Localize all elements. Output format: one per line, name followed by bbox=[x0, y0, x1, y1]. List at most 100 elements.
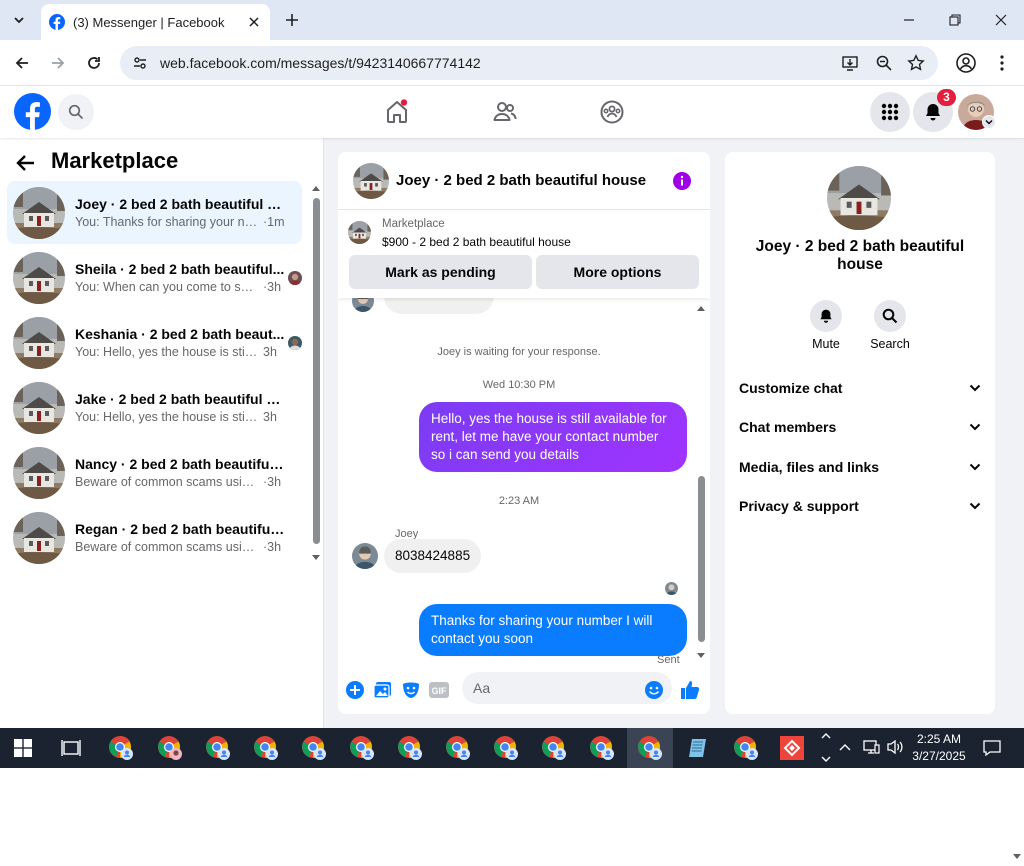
conversation-item[interactable]: Sheila · 2 bed 2 bath beautiful... You: … bbox=[7, 246, 302, 309]
listing-thumbnail[interactable] bbox=[348, 221, 371, 244]
chat-members-section[interactable]: Chat members bbox=[739, 412, 981, 442]
taskbar-anydesk-app[interactable] bbox=[769, 728, 815, 768]
minimize-button[interactable] bbox=[899, 10, 919, 30]
zoom-button[interactable] bbox=[874, 53, 894, 73]
timestamp: 2:23 AM bbox=[498, 495, 540, 507]
taskbar-chrome-window[interactable] bbox=[98, 728, 144, 768]
conversation-item[interactable]: Joey · 2 bed 2 bath beautiful ho... You:… bbox=[7, 181, 302, 244]
attach-photo-button[interactable] bbox=[372, 679, 394, 701]
sent-message-bubble[interactable]: Hello, yes the house is still available … bbox=[419, 402, 687, 472]
taskbar-chrome-window[interactable] bbox=[339, 728, 385, 768]
taskbar-notes-app[interactable] bbox=[675, 728, 721, 768]
tab-search-button[interactable] bbox=[6, 7, 32, 33]
taskbar-chrome-window[interactable] bbox=[579, 728, 625, 768]
privacy-support-section[interactable]: Privacy & support bbox=[739, 491, 981, 521]
sticker-button[interactable] bbox=[400, 679, 422, 701]
restore-button[interactable] bbox=[945, 10, 965, 30]
close-window-button[interactable] bbox=[991, 10, 1011, 30]
reload-button[interactable] bbox=[82, 51, 106, 75]
plus-circle-icon bbox=[346, 681, 364, 699]
facebook-logo[interactable] bbox=[14, 93, 51, 130]
forward-button[interactable] bbox=[46, 51, 70, 75]
mute-action[interactable]: Mute bbox=[796, 300, 856, 351]
taskbar-scroll-buttons[interactable] bbox=[816, 728, 836, 768]
taskbar-chrome-window[interactable] bbox=[531, 728, 577, 768]
task-view-button[interactable] bbox=[48, 728, 94, 768]
menu-button[interactable] bbox=[870, 92, 910, 132]
emoji-button[interactable] bbox=[643, 679, 665, 701]
conversation-list-scrollbar[interactable] bbox=[311, 182, 321, 564]
gif-button[interactable]: GIF bbox=[428, 679, 450, 701]
account-menu-caret[interactable] bbox=[982, 115, 996, 129]
contact-avatar[interactable] bbox=[352, 543, 378, 569]
task-view-icon bbox=[61, 740, 81, 756]
taskbar-chrome-window[interactable] bbox=[435, 728, 481, 768]
waiting-notice: Joey is waiting for your response. bbox=[437, 346, 601, 358]
message-input[interactable]: Aa bbox=[462, 672, 672, 704]
bookmark-button[interactable] bbox=[906, 53, 926, 73]
home-nav-button[interactable] bbox=[377, 92, 417, 132]
received-message-bubble[interactable]: 8038424885 bbox=[384, 539, 482, 573]
scrollbar-thumb[interactable] bbox=[698, 476, 705, 642]
browser-profile-button[interactable] bbox=[955, 52, 977, 74]
chrome-profile-icon bbox=[350, 736, 374, 760]
back-to-chats-button[interactable] bbox=[16, 152, 42, 174]
message-status: Sent bbox=[657, 654, 680, 666]
listing-price-title[interactable]: $900 - 2 bed 2 bath beautiful house bbox=[382, 235, 571, 249]
search-action[interactable]: Search bbox=[860, 300, 920, 351]
conversation-item[interactable]: Regan · 2 bed 2 bath beautiful h... Bewa… bbox=[7, 506, 302, 569]
reload-icon bbox=[88, 57, 100, 69]
friends-nav-button[interactable] bbox=[485, 92, 525, 132]
search-in-conversation-button[interactable] bbox=[874, 300, 906, 332]
volume-button[interactable] bbox=[886, 739, 904, 755]
house-thumbnail bbox=[13, 317, 65, 369]
action-center-button[interactable] bbox=[982, 738, 1002, 758]
conversation-item[interactable]: Keshania · 2 bed 2 bath beaut... You: He… bbox=[7, 311, 302, 374]
install-app-button[interactable] bbox=[840, 53, 860, 73]
network-icon bbox=[863, 740, 880, 754]
taskbar-chrome-window[interactable] bbox=[147, 728, 193, 768]
taskbar-chrome-window-active[interactable] bbox=[627, 728, 673, 768]
tab-close-button[interactable] bbox=[246, 14, 262, 30]
chat-scrollbar[interactable] bbox=[696, 298, 708, 666]
taskbar-chrome-window[interactable] bbox=[483, 728, 529, 768]
sent-message-bubble[interactable]: Thanks for sharing your number I will co… bbox=[419, 604, 687, 656]
read-receipt-avatar bbox=[288, 270, 302, 285]
conversation-avatar[interactable] bbox=[827, 166, 891, 230]
send-like-button[interactable] bbox=[679, 679, 701, 701]
previous-message-bubble[interactable] bbox=[384, 298, 494, 314]
taskbar-chrome-window[interactable] bbox=[723, 728, 769, 768]
show-hidden-icons-button[interactable] bbox=[838, 740, 852, 754]
page-scrollbar[interactable] bbox=[1009, 276, 1024, 866]
taskbar-chrome-window[interactable] bbox=[291, 728, 337, 768]
facebook-search-button[interactable] bbox=[58, 94, 94, 130]
chat-house-thumbnail[interactable] bbox=[353, 163, 389, 199]
browser-tab[interactable]: (3) Messenger | Facebook bbox=[41, 4, 270, 40]
address-bar[interactable]: web.facebook.com/messages/t/942314066777… bbox=[120, 46, 938, 80]
conversation-info-button[interactable] bbox=[673, 172, 691, 190]
taskbar-chrome-window[interactable] bbox=[243, 728, 289, 768]
chat-title[interactable]: Joey · 2 bed 2 bath beautiful house bbox=[396, 172, 646, 189]
house-thumbnail bbox=[13, 447, 65, 499]
media-files-links-section[interactable]: Media, files and links bbox=[739, 452, 981, 482]
new-tab-button[interactable] bbox=[282, 10, 302, 30]
groups-nav-button[interactable] bbox=[592, 92, 632, 132]
network-button[interactable] bbox=[862, 739, 880, 755]
back-button[interactable] bbox=[10, 51, 34, 75]
scroll-down-arrow-icon bbox=[312, 555, 320, 560]
mark-as-pending-button[interactable]: Mark as pending bbox=[349, 255, 532, 289]
system-clock[interactable]: 2:25 AM 3/27/2025 bbox=[908, 731, 970, 765]
more-actions-button[interactable] bbox=[344, 679, 366, 701]
conversation-item[interactable]: Jake · 2 bed 2 bath beautiful ho... You:… bbox=[7, 376, 302, 439]
browser-menu-button[interactable] bbox=[994, 52, 1010, 74]
conversation-item[interactable]: Nancy · 2 bed 2 bath beautiful h... Bewa… bbox=[7, 441, 302, 504]
browser-toolbar: web.facebook.com/messages/t/942314066777… bbox=[0, 40, 1024, 86]
taskbar-chrome-window[interactable] bbox=[387, 728, 433, 768]
scrollbar-thumb[interactable] bbox=[313, 198, 320, 544]
mute-button[interactable] bbox=[810, 300, 842, 332]
customize-chat-section[interactable]: Customize chat bbox=[739, 373, 981, 403]
start-button[interactable] bbox=[0, 728, 46, 768]
more-options-button[interactable]: More options bbox=[536, 255, 699, 289]
house-thumbnail bbox=[13, 382, 65, 434]
taskbar-chrome-window[interactable] bbox=[195, 728, 241, 768]
